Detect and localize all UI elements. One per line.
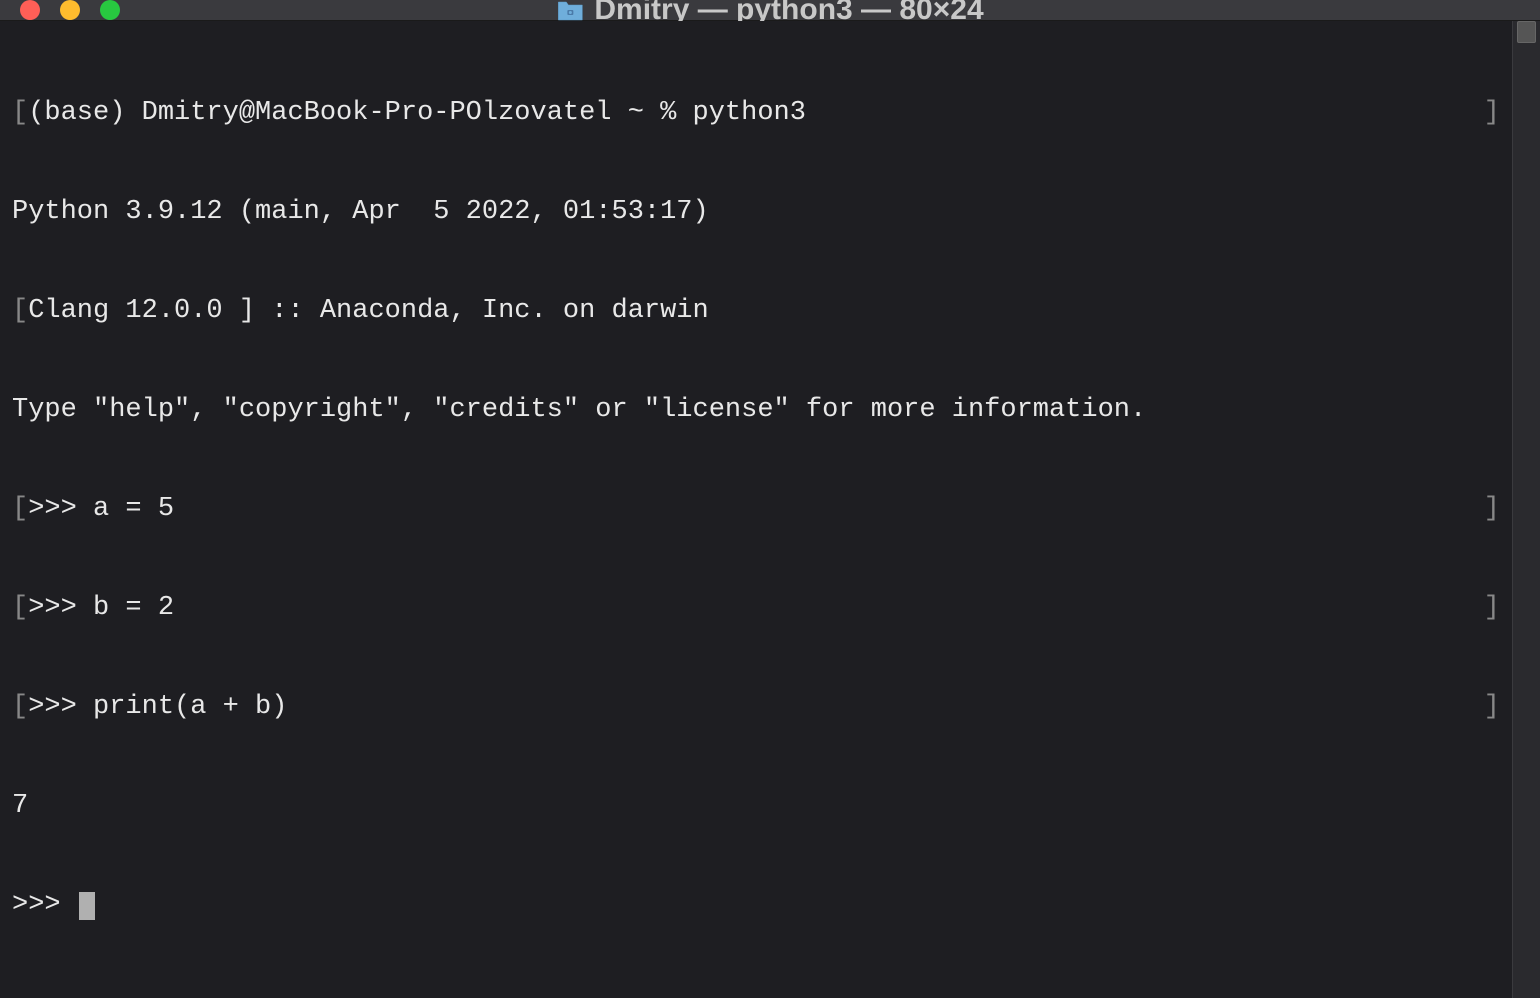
terminal-content[interactable]: [(base) Dmitry@MacBook-Pro-POlzovatel ~ … bbox=[0, 21, 1512, 998]
line-text: Type "help", "copyright", "credits" or "… bbox=[12, 395, 1146, 425]
bracket-right: ] bbox=[1484, 97, 1500, 130]
terminal-line: [Clang 12.0.0 ] :: Anaconda, Inc. on dar… bbox=[12, 295, 1500, 328]
cursor-icon bbox=[79, 892, 95, 920]
terminal-body[interactable]: [(base) Dmitry@MacBook-Pro-POlzovatel ~ … bbox=[0, 21, 1540, 998]
line-text: 7 bbox=[12, 791, 28, 821]
bracket-left: [ bbox=[12, 593, 28, 623]
line-text: >>> a = 5 bbox=[28, 494, 174, 524]
bracket-right: ] bbox=[1484, 592, 1500, 625]
bracket-left: [ bbox=[12, 296, 28, 326]
bracket-left: [ bbox=[12, 98, 28, 128]
window-controls bbox=[0, 0, 120, 20]
bracket-right: ] bbox=[1484, 493, 1500, 526]
terminal-line: Type "help", "copyright", "credits" or "… bbox=[12, 394, 1500, 427]
line-text: Python 3.9.12 (main, Apr 5 2022, 01:53:1… bbox=[12, 197, 709, 227]
terminal-line: [>>> b = 2] bbox=[12, 592, 1500, 625]
scrollbar-thumb[interactable] bbox=[1517, 21, 1536, 43]
prompt-text: >>> bbox=[12, 890, 77, 920]
line-text: (base) Dmitry@MacBook-Pro-POlzovatel ~ %… bbox=[28, 98, 806, 128]
terminal-line: Python 3.9.12 (main, Apr 5 2022, 01:53:1… bbox=[12, 196, 1500, 229]
scrollbar[interactable] bbox=[1512, 21, 1540, 998]
terminal-prompt-line[interactable]: >>> bbox=[12, 889, 1500, 922]
terminal-line: 7 bbox=[12, 790, 1500, 823]
maximize-button[interactable] bbox=[100, 0, 120, 20]
line-text: >>> print(a + b) bbox=[28, 692, 287, 722]
terminal-window: Dmitry — python3 — 80×24 [(base) Dmitry@… bbox=[0, 0, 1540, 976]
bracket-left: [ bbox=[12, 494, 28, 524]
terminal-line: [>>> print(a + b)] bbox=[12, 691, 1500, 724]
line-text: >>> b = 2 bbox=[28, 593, 174, 623]
minimize-button[interactable] bbox=[60, 0, 80, 20]
folder-icon bbox=[556, 0, 584, 22]
line-text: Clang 12.0.0 ] :: Anaconda, Inc. on darw… bbox=[28, 296, 709, 326]
title-bar[interactable]: Dmitry — python3 — 80×24 bbox=[0, 0, 1540, 21]
bracket-left: [ bbox=[12, 692, 28, 722]
terminal-line: [>>> a = 5] bbox=[12, 493, 1500, 526]
close-button[interactable] bbox=[20, 0, 40, 20]
bracket-right: ] bbox=[1484, 691, 1500, 724]
terminal-line: [(base) Dmitry@MacBook-Pro-POlzovatel ~ … bbox=[12, 97, 1500, 130]
